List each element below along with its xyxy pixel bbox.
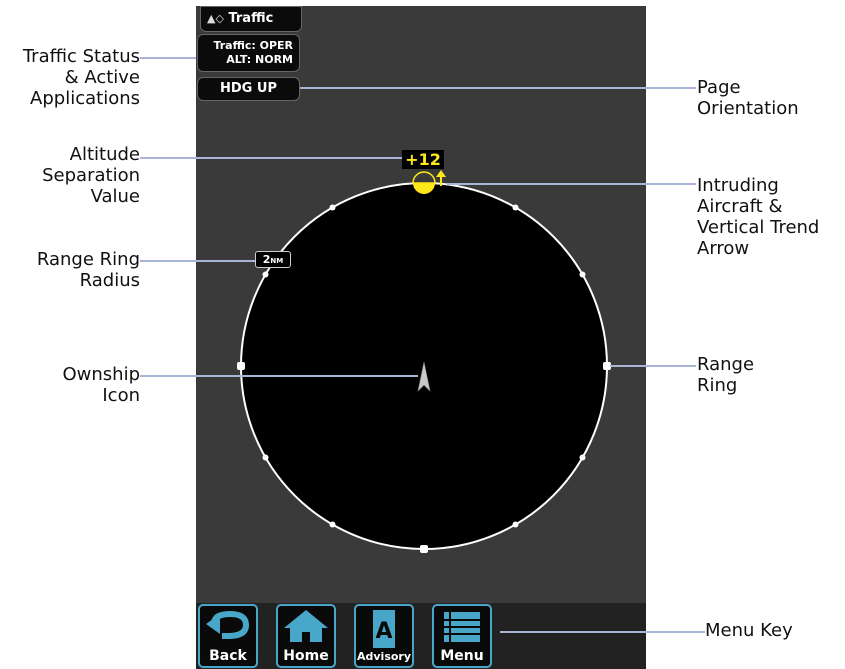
leader-menu-key bbox=[500, 631, 705, 633]
range-ring-tick bbox=[579, 454, 586, 461]
back-label: Back bbox=[209, 648, 247, 664]
range-ring-radius-tag: 2NM bbox=[255, 251, 291, 268]
leader-page-orientation bbox=[300, 87, 696, 89]
callout-ownship-icon: Ownship Icon bbox=[62, 364, 140, 406]
range-ring-tick bbox=[237, 362, 245, 370]
altitude-separation-tag: +12 bbox=[402, 150, 444, 169]
advisory-a-icon: A bbox=[373, 610, 395, 648]
leader-intruding-aircraft bbox=[447, 183, 696, 185]
traffic-status-box: Traffic: OPER ALT: NORM bbox=[197, 34, 300, 72]
callout-traffic-status: Traffic Status & Active Applications bbox=[22, 46, 140, 109]
leader-traffic-status bbox=[140, 57, 196, 59]
menu-bar bbox=[196, 603, 646, 669]
leader-range-ring bbox=[610, 365, 696, 367]
orientation-button[interactable]: HDG UP bbox=[197, 77, 300, 101]
range-ring-tick bbox=[579, 271, 586, 278]
traffic-status-text: Traffic: OPER bbox=[213, 39, 293, 52]
leader-altitude-separation bbox=[140, 157, 402, 159]
range-ring-tick bbox=[512, 521, 519, 528]
range-ring-tick bbox=[512, 204, 519, 211]
advisory-label: Advisory bbox=[356, 650, 412, 663]
callout-range-ring: Range Ring bbox=[697, 354, 755, 396]
svg-text:A: A bbox=[375, 619, 392, 644]
callout-page-orientation: Page Orientation bbox=[697, 77, 799, 119]
range-ring-tick bbox=[262, 454, 269, 461]
traffic-title: Traffic bbox=[228, 11, 274, 26]
home-label: Home bbox=[283, 648, 329, 664]
callout-altitude-separation: Altitude Separation Value bbox=[42, 144, 140, 207]
home-button[interactable]: Home bbox=[276, 604, 336, 668]
traffic-title-tab: ▲◇ Traffic bbox=[200, 6, 302, 32]
callout-range-ring-radius: Range Ring Radius bbox=[36, 249, 140, 291]
menu-button[interactable]: Menu bbox=[432, 604, 492, 668]
callout-intruding-aircraft: Intruding Aircraft & Vertical Trend Arro… bbox=[697, 175, 820, 259]
home-icon bbox=[284, 610, 328, 642]
range-ring-tick bbox=[262, 271, 269, 278]
callout-menu-key: Menu Key bbox=[705, 620, 793, 641]
range-ring-tick bbox=[329, 204, 336, 211]
advisory-button[interactable]: A Advisory bbox=[354, 604, 414, 668]
range-unit: NM bbox=[270, 257, 284, 265]
leader-range-ring-radius bbox=[140, 260, 255, 262]
leader-ownship-icon bbox=[140, 375, 418, 377]
back-button[interactable]: Back bbox=[198, 604, 258, 668]
orientation-label: HDG UP bbox=[220, 81, 277, 96]
alt-status-text: ALT: NORM bbox=[226, 53, 293, 66]
back-arrow-icon bbox=[206, 610, 250, 639]
range-ring-tick bbox=[329, 521, 336, 528]
menu-label: Menu bbox=[440, 648, 484, 664]
range-ring-tick bbox=[420, 545, 428, 553]
menu-list-icon bbox=[444, 612, 480, 642]
traffic-aircraft-icon: ▲◇ bbox=[207, 12, 224, 25]
